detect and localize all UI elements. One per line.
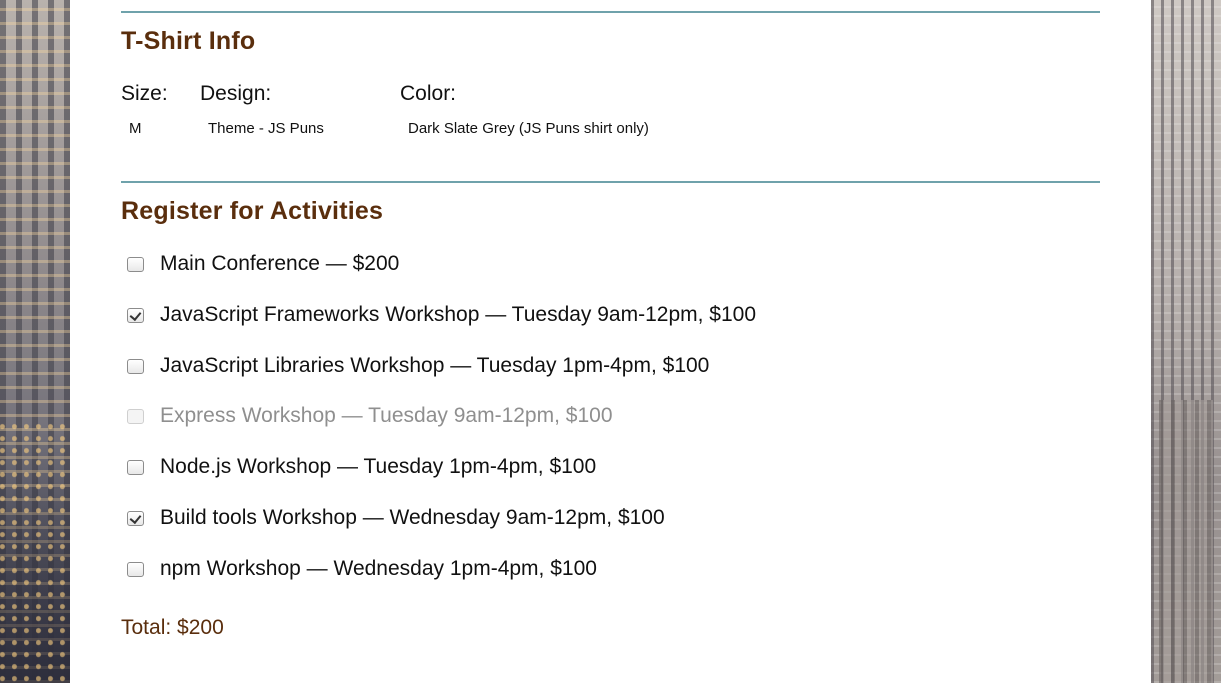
activities-section: Register for Activities <box>121 181 1100 225</box>
activity-checkbox[interactable] <box>127 358 144 374</box>
activity-checkbox[interactable] <box>127 510 144 526</box>
background-city-right <box>1151 0 1221 683</box>
color-value[interactable]: Dark Slate Grey (JS Puns shirt only) <box>408 120 649 137</box>
design-label: Design: <box>200 82 272 105</box>
activity-item-express[interactable]: Express Workshop — Tuesday 9am-12pm, $10… <box>121 401 613 431</box>
activity-checkbox[interactable] <box>127 256 144 272</box>
activity-label: Build tools Workshop — Wednesday 9am-12p… <box>160 506 665 529</box>
activity-item-js-libraries[interactable]: JavaScript Libraries Workshop — Tuesday … <box>121 351 709 381</box>
activity-item-build-tools[interactable]: Build tools Workshop — Wednesday 9am-12p… <box>121 503 665 533</box>
activities-section-title: Register for Activities <box>121 197 384 225</box>
section-divider <box>121 11 1100 13</box>
activity-item-js-frameworks[interactable]: JavaScript Frameworks Workshop — Tuesday… <box>121 300 756 330</box>
size-value[interactable]: M <box>129 120 142 137</box>
activity-label: Main Conference — $200 <box>160 252 400 275</box>
activity-label: Node.js Workshop — Tuesday 1pm-4pm, $100 <box>160 455 597 478</box>
tshirt-section-title: T-Shirt Info <box>121 27 256 55</box>
activity-checkbox[interactable] <box>127 408 144 424</box>
activity-label: JavaScript Libraries Workshop — Tuesday … <box>160 354 710 377</box>
activity-label: npm Workshop — Wednesday 1pm-4pm, $100 <box>160 557 597 580</box>
activity-label: JavaScript Frameworks Workshop — Tuesday… <box>160 303 757 326</box>
activity-item-main-conference[interactable]: Main Conference — $200 <box>121 249 399 279</box>
activity-checkbox[interactable] <box>127 561 144 577</box>
background-city-left <box>0 0 70 683</box>
total-cost: Total: $200 <box>121 616 224 639</box>
activity-label: Express Workshop — Tuesday 9am-12pm, $10… <box>160 404 613 427</box>
size-label: Size: <box>121 82 168 105</box>
design-value[interactable]: Theme - JS Puns <box>208 120 324 137</box>
activity-checkbox[interactable] <box>127 307 144 323</box>
activity-checkbox[interactable] <box>127 459 144 475</box>
form-panel: T-Shirt Info Size: Design: Color: M Them… <box>70 0 1151 683</box>
color-label: Color: <box>400 82 457 105</box>
tshirt-section: T-Shirt Info Size: Design: Color: M Them… <box>121 11 1100 137</box>
section-divider <box>121 181 1100 183</box>
activity-item-nodejs[interactable]: Node.js Workshop — Tuesday 1pm-4pm, $100 <box>121 452 596 482</box>
activity-item-npm[interactable]: npm Workshop — Wednesday 1pm-4pm, $100 <box>121 554 597 584</box>
